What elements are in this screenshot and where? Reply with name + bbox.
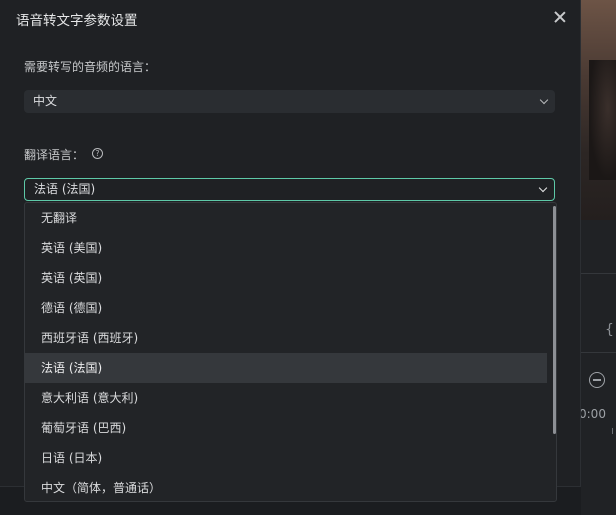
zoom-out-icon[interactable] [589, 372, 605, 388]
dropdown-option[interactable]: 中文（简体，普通话） [25, 473, 547, 501]
divider [581, 273, 616, 274]
translate-language-dropdown: 无翻译 英语 (美国) 英语 (英国) 德语 (德国) 西班牙语 (西班牙) 法… [24, 202, 557, 502]
source-language-select[interactable]: 中文 [24, 90, 555, 113]
dropdown-option[interactable]: 葡萄牙语 (巴西) [25, 413, 547, 443]
source-language-label: 需要转写的音频的语言： [24, 60, 157, 74]
dropdown-option[interactable]: 英语 (英国) [25, 263, 547, 293]
chevron-down-icon [538, 183, 548, 193]
translate-language-select[interactable]: 法语 (法国) [24, 178, 555, 201]
video-preview [581, 0, 616, 220]
code-brace-icon: { [605, 322, 614, 338]
dropdown-option[interactable]: 英语 (美国) [25, 233, 547, 263]
dropdown-option[interactable]: 德语 (德国) [25, 293, 547, 323]
close-icon[interactable] [552, 9, 568, 25]
chevron-down-icon [539, 95, 549, 105]
dropdown-option[interactable]: 西班牙语 (西班牙) [25, 323, 547, 353]
dropdown-scrollbar[interactable] [553, 206, 556, 434]
divider [581, 352, 616, 353]
timeline-time-label: 0:00 [579, 407, 606, 421]
translate-language-label: 翻译语言： [24, 148, 85, 162]
help-icon[interactable]: ? [92, 148, 103, 159]
dropdown-option-selected[interactable]: 法语 (法国) [25, 353, 547, 383]
translate-language-value: 法语 (法国) [34, 182, 96, 196]
timeline-tick [612, 428, 613, 434]
source-language-value: 中文 [33, 94, 58, 108]
dropdown-option[interactable]: 日语 (日本) [25, 443, 547, 473]
dialog-title: 语音转文字参数设置 [16, 13, 138, 29]
dropdown-option[interactable]: 无翻译 [25, 203, 547, 233]
timeline-panel [581, 220, 616, 515]
dropdown-option[interactable]: 意大利语 (意大利) [25, 383, 547, 413]
